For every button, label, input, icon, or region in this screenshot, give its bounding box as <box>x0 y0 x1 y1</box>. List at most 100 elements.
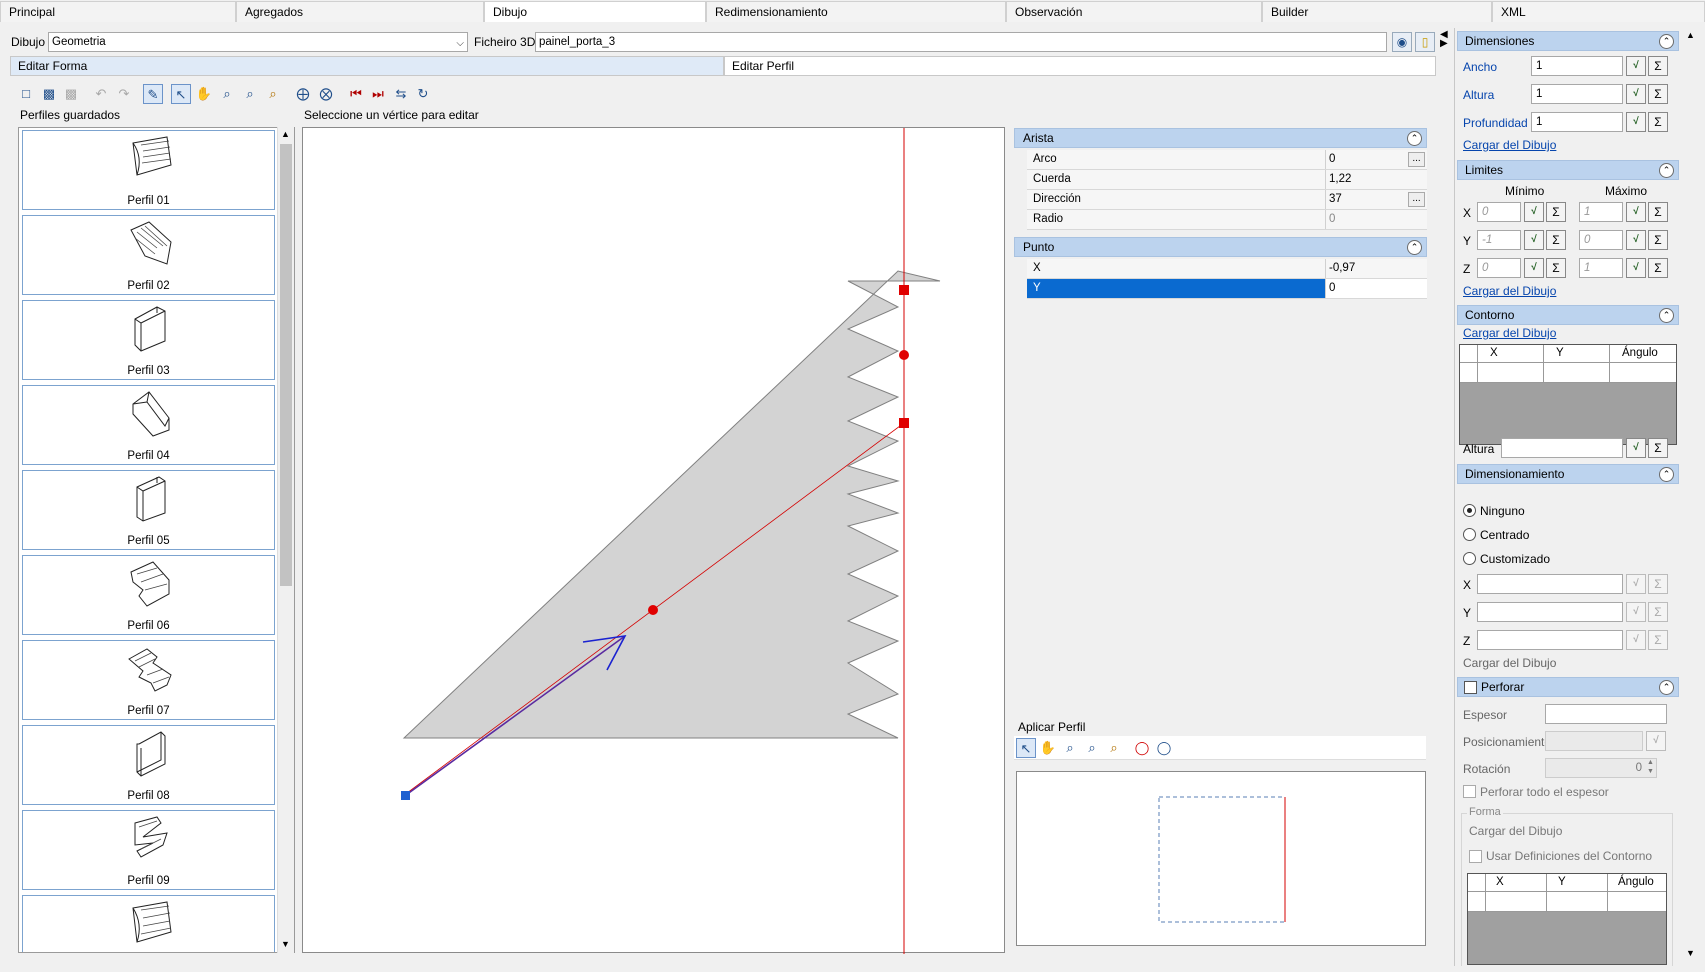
espesor-input[interactable] <box>1545 704 1667 724</box>
sigma-icon[interactable]: Σ <box>1648 258 1668 278</box>
tab-observacion[interactable]: Observación <box>1006 1 1262 22</box>
last-vertex-icon[interactable]: ⏭ <box>368 84 388 104</box>
y-min-input[interactable]: -1 <box>1477 230 1521 250</box>
formula-icon[interactable]: √ <box>1626 258 1646 278</box>
property-row[interactable]: Radio 0 <box>1027 210 1427 230</box>
tab-principal[interactable]: Principal <box>0 1 236 22</box>
formula-icon[interactable]: √ <box>1524 202 1544 222</box>
redo-icon[interactable]: ↷ <box>114 84 134 104</box>
x-min-input[interactable]: 0 <box>1477 202 1521 222</box>
property-row[interactable]: Arco 0 ... <box>1027 150 1427 170</box>
collapse-icon[interactable]: ⌃ <box>1407 131 1422 146</box>
undo-icon[interactable]: ↶ <box>91 84 111 104</box>
contorno-altura-input[interactable] <box>1501 438 1623 458</box>
save-icon[interactable]: ▩ <box>39 84 59 104</box>
swap-direction-icon[interactable]: ⇆ <box>391 84 411 104</box>
zoom-window-icon[interactable]: ⌕ <box>1060 738 1080 758</box>
formula-icon[interactable]: √ <box>1626 84 1646 104</box>
tab-xml[interactable]: XML <box>1492 1 1705 22</box>
dimensionamiento-section-header[interactable]: Dimensionamiento ⌃ <box>1457 464 1679 484</box>
sigma-icon[interactable]: Σ <box>1546 202 1566 222</box>
pan-hand-icon[interactable]: ✋ <box>194 84 214 104</box>
property-value[interactable]: 0 <box>1329 153 1335 165</box>
contorno-grid[interactable]: X Y Ángulo <box>1459 344 1677 445</box>
remove-vertex-icon[interactable]: ⨂ <box>316 84 336 104</box>
first-vertex-icon[interactable]: ⏮ <box>346 84 366 104</box>
limites-section-header[interactable]: Limites ⌃ <box>1457 160 1679 180</box>
dibujo-select[interactable]: Geometria ⌵ <box>48 32 468 52</box>
punto-section-header[interactable]: Punto ⌃ <box>1014 237 1427 257</box>
select-pointer-icon[interactable]: ↖ <box>171 84 191 104</box>
tab-redimensionamiento[interactable]: Redimensionamiento <box>706 1 1006 22</box>
profile-item[interactable]: Perfil 06 <box>22 555 275 635</box>
property-row[interactable]: Cuerda 1,22 <box>1027 170 1427 190</box>
shape-drawing[interactable] <box>303 128 1006 954</box>
ancho-input[interactable]: 1 <box>1531 56 1623 76</box>
sigma-icon[interactable]: Σ <box>1648 112 1668 132</box>
property-value[interactable]: 0 <box>1329 282 1335 294</box>
panel-arrows-icon[interactable]: ◀ ▶ <box>1440 30 1448 49</box>
profile-item[interactable]: Perfil 04 <box>22 385 275 465</box>
x-max-input[interactable]: 1 <box>1579 202 1623 222</box>
profile-blue-icon[interactable]: ◯ <box>1154 738 1174 758</box>
tab-dibujo[interactable]: Dibujo <box>484 1 706 22</box>
formula-icon[interactable]: √ <box>1626 438 1646 458</box>
formula-icon[interactable]: √ <box>1626 202 1646 222</box>
fichero-input[interactable]: painel_porta_3 <box>535 32 1387 52</box>
profile-red-icon[interactable]: ◯ <box>1132 738 1152 758</box>
aplicar-preview[interactable] <box>1016 771 1426 946</box>
binoculars-icon[interactable]: ◉ <box>1392 32 1412 52</box>
profile-item[interactable]: Perfil 03 <box>22 300 275 380</box>
profile-item[interactable]: Perfil 01 <box>22 130 275 210</box>
collapse-icon[interactable]: ⌃ <box>1659 680 1674 695</box>
add-vertex-icon[interactable]: ⨁ <box>293 84 313 104</box>
dimensiones-section-header[interactable]: Dimensiones ⌃ <box>1457 31 1679 51</box>
collapse-icon[interactable]: ⌃ <box>1659 467 1674 482</box>
scroll-thumb[interactable] <box>280 144 292 586</box>
ellipsis-button[interactable]: ... <box>1408 152 1425 167</box>
perforar-checkbox[interactable] <box>1464 681 1477 694</box>
sigma-icon[interactable]: Σ <box>1648 230 1668 250</box>
customizado-radio[interactable] <box>1463 552 1476 565</box>
property-row[interactable]: X -0,97 <box>1027 259 1427 279</box>
profundidad-input[interactable]: 1 <box>1531 112 1623 132</box>
collapse-icon[interactable]: ⌃ <box>1659 34 1674 49</box>
formula-icon[interactable]: √ <box>1524 258 1544 278</box>
formula-icon[interactable]: √ <box>1626 230 1646 250</box>
altura-input[interactable]: 1 <box>1531 84 1623 104</box>
shape-editor-canvas[interactable] <box>302 127 1006 954</box>
sigma-icon[interactable]: Σ <box>1648 438 1668 458</box>
profile-item[interactable]: Perfil 09 <box>22 810 275 890</box>
folder-refresh-icon[interactable]: ▯ <box>1415 32 1435 52</box>
property-value[interactable]: 37 <box>1329 193 1342 205</box>
profile-item[interactable]: Perfil 05 <box>22 470 275 550</box>
profile-item[interactable]: Perfil 02 <box>22 215 275 295</box>
collapse-icon[interactable]: ⌃ <box>1407 240 1422 255</box>
right-panel-scrollbar[interactable]: ▲ ▼ <box>1683 28 1700 966</box>
dim-x-input[interactable] <box>1477 574 1623 594</box>
cargar-dibujo-link[interactable]: Cargar del Dibujo <box>1463 326 1556 340</box>
profile-item[interactable] <box>22 895 275 952</box>
arista-section-header[interactable]: Arista ⌃ <box>1014 128 1427 148</box>
collapse-icon[interactable]: ⌃ <box>1659 308 1674 323</box>
property-value[interactable]: 1,22 <box>1329 173 1351 185</box>
contorno-section-header[interactable]: Contorno ⌃ <box>1457 305 1679 325</box>
profile-item[interactable]: Perfil 07 <box>22 640 275 720</box>
y-max-input[interactable]: 0 <box>1579 230 1623 250</box>
scroll-down-icon[interactable]: ▼ <box>1686 948 1695 958</box>
collapse-icon[interactable]: ⌃ <box>1659 163 1674 178</box>
formula-icon[interactable]: √ <box>1626 56 1646 76</box>
select-pointer-icon[interactable]: ↖ <box>1016 738 1036 758</box>
new-icon[interactable]: □ <box>16 84 36 104</box>
formula-icon[interactable]: √ <box>1626 112 1646 132</box>
tab-editar-forma[interactable]: Editar Forma <box>10 56 724 76</box>
formula-icon[interactable]: √ <box>1524 230 1544 250</box>
rotate-icon[interactable]: ↻ <box>413 84 433 104</box>
z-max-input[interactable]: 1 <box>1579 258 1623 278</box>
zoom-window-icon[interactable]: ⌕ <box>217 84 237 104</box>
sigma-icon[interactable]: Σ <box>1648 202 1668 222</box>
perforar-section-header[interactable]: Perforar ⌃ <box>1457 677 1679 697</box>
tab-agregados[interactable]: Agregados <box>236 1 484 22</box>
sigma-icon[interactable]: Σ <box>1546 258 1566 278</box>
zoom-out-icon[interactable]: ⌕ <box>240 84 260 104</box>
